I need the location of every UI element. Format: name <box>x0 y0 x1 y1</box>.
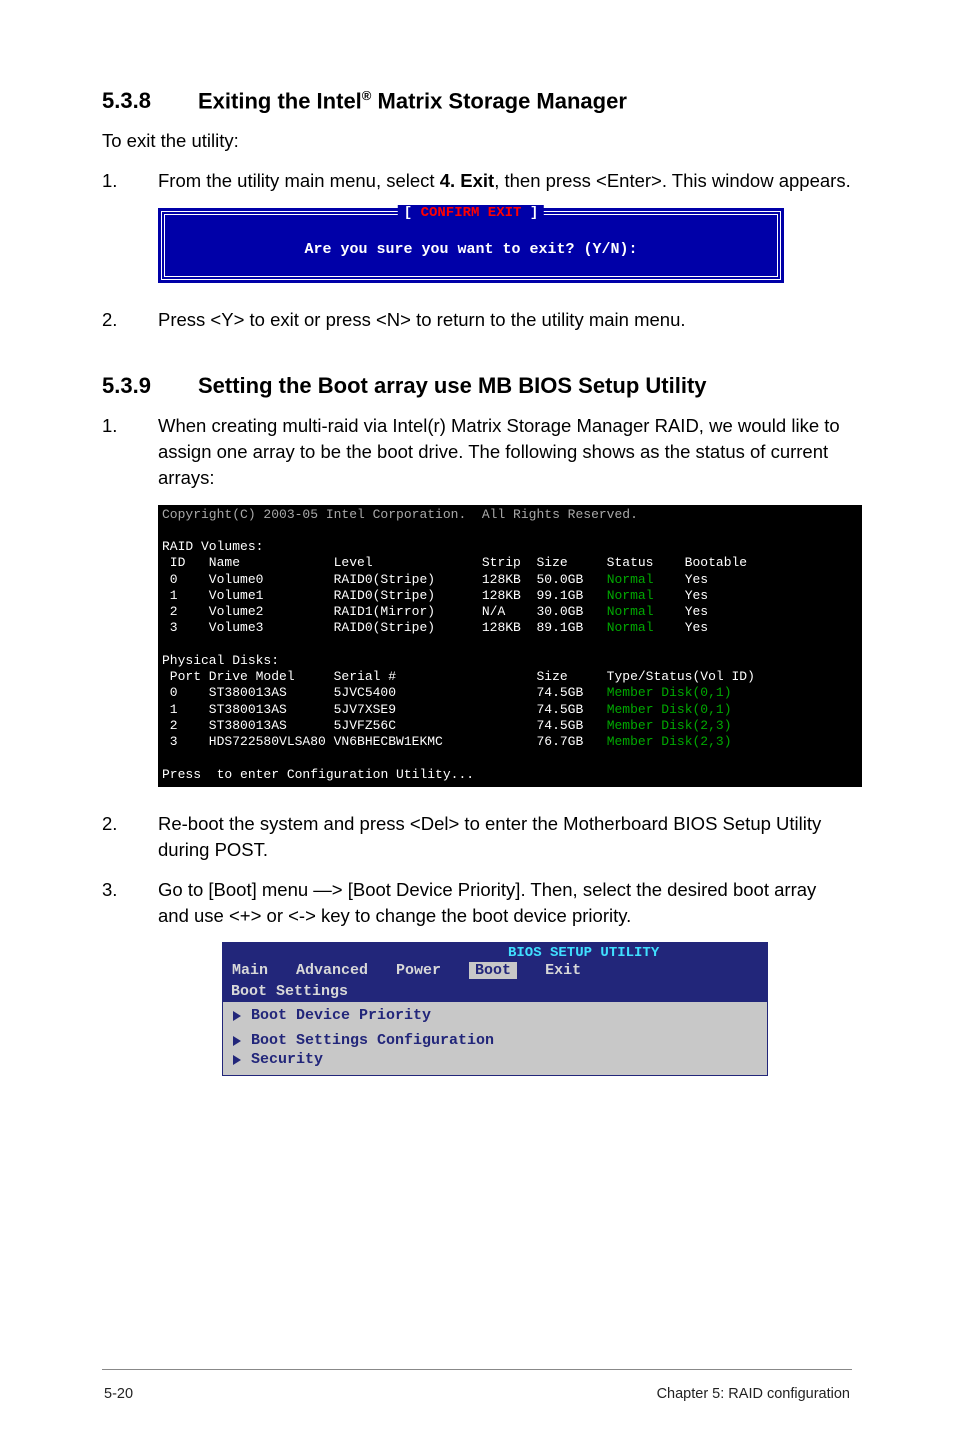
confirm-exit-dialog: [ CONFIRM EXIT ] Are you sure you want t… <box>158 208 852 283</box>
step-number: 3. <box>102 877 158 929</box>
confirm-title-text: CONFIRM EXIT <box>421 205 522 221</box>
bios-setup-screen: BIOS SETUP UTILITY Main Advanced Power Boot… <box>222 942 768 1076</box>
bios-item-label: Security <box>251 1051 323 1068</box>
step-text: Press <Y> to exit or press <N> to return… <box>158 307 852 333</box>
bios-tab-boot[interactable]: Boot <box>469 962 517 979</box>
step-539-1: 1. When creating multi-raid via Intel(r)… <box>102 413 852 491</box>
footer-right: Chapter 5: RAID configuration <box>657 1386 850 1402</box>
step-number: 2. <box>102 307 158 333</box>
title-sup: ® <box>362 88 372 103</box>
raid-arrays-screen: Copyright(C) 2003-05 Intel Corporation. … <box>158 505 852 787</box>
footer-left: 5-20 <box>104 1386 133 1402</box>
confirm-message: Are you sure you want to exit? (Y/N): <box>177 241 765 258</box>
footer-rule <box>102 1369 852 1370</box>
triangle-icon <box>233 1011 241 1021</box>
bios-title: BIOS SETUP UTILITY <box>228 945 762 961</box>
step-text: From the utility main menu, select 4. Ex… <box>158 168 852 194</box>
triangle-icon <box>233 1055 241 1065</box>
step-539-2: 2. Re-boot the system and press <Del> to… <box>102 811 852 863</box>
bracket-left: [ <box>404 205 421 221</box>
text-bold: 4. Exit <box>440 170 495 191</box>
step-text: Go to [Boot] menu —> [Boot Device Priori… <box>158 877 852 929</box>
bios-tabs: Main Advanced Power Boot Exit <box>228 962 762 979</box>
intro-text: To exit the utility: <box>102 128 852 154</box>
bracket-right: ] <box>521 205 538 221</box>
bios-tab-advanced[interactable]: Advanced <box>296 962 368 979</box>
text-pre: From the utility main menu, select <box>158 170 440 191</box>
section-title: Exiting the Intel® Matrix Storage Manage… <box>198 88 627 114</box>
bios-tab-power[interactable]: Power <box>396 962 441 979</box>
bios-section-header: Boot Settings <box>223 981 767 1002</box>
step-number: 1. <box>102 413 158 491</box>
section-title: Setting the Boot array use MB BIOS Setup… <box>198 373 707 399</box>
step-number: 1. <box>102 168 158 194</box>
triangle-icon <box>233 1036 241 1046</box>
step-text: Re-boot the system and press <Del> to en… <box>158 811 852 863</box>
confirm-title: [ CONFIRM EXIT ] <box>398 205 544 221</box>
bios-item[interactable]: Boot Device Priority <box>229 1006 761 1025</box>
bios-items: Boot Device Priority Boot Settings Config… <box>223 1002 767 1075</box>
text-post: , then press <Enter>. This window appear… <box>494 170 851 191</box>
bios-tab-main[interactable]: Main <box>232 962 268 979</box>
section-number: 5.3.8 <box>102 88 198 114</box>
bios-item[interactable]: Security <box>229 1050 761 1069</box>
step-number: 2. <box>102 811 158 863</box>
section-number: 5.3.9 <box>102 373 198 399</box>
step-538-1: 1. From the utility main menu, select 4.… <box>102 168 852 194</box>
bios-item-label: Boot Settings Configuration <box>251 1032 494 1049</box>
section-heading-538: 5.3.8 Exiting the Intel® Matrix Storage … <box>102 88 852 114</box>
bios-tab-exit[interactable]: Exit <box>545 962 581 979</box>
bios-item-label: Boot Device Priority <box>251 1007 431 1024</box>
title-pre: Exiting the Intel <box>198 88 362 113</box>
step-text: When creating multi-raid via Intel(r) Ma… <box>158 413 852 491</box>
step-539-3: 3. Go to [Boot] menu —> [Boot Device Pri… <box>102 877 852 929</box>
page-footer: 5-20 Chapter 5: RAID configuration <box>0 1386 954 1438</box>
section-heading-539: 5.3.9 Setting the Boot array use MB BIOS… <box>102 373 852 399</box>
bios-item[interactable]: Boot Settings Configuration <box>229 1031 761 1050</box>
title-post: Matrix Storage Manager <box>371 88 627 113</box>
step-538-2: 2. Press <Y> to exit or press <N> to ret… <box>102 307 852 333</box>
